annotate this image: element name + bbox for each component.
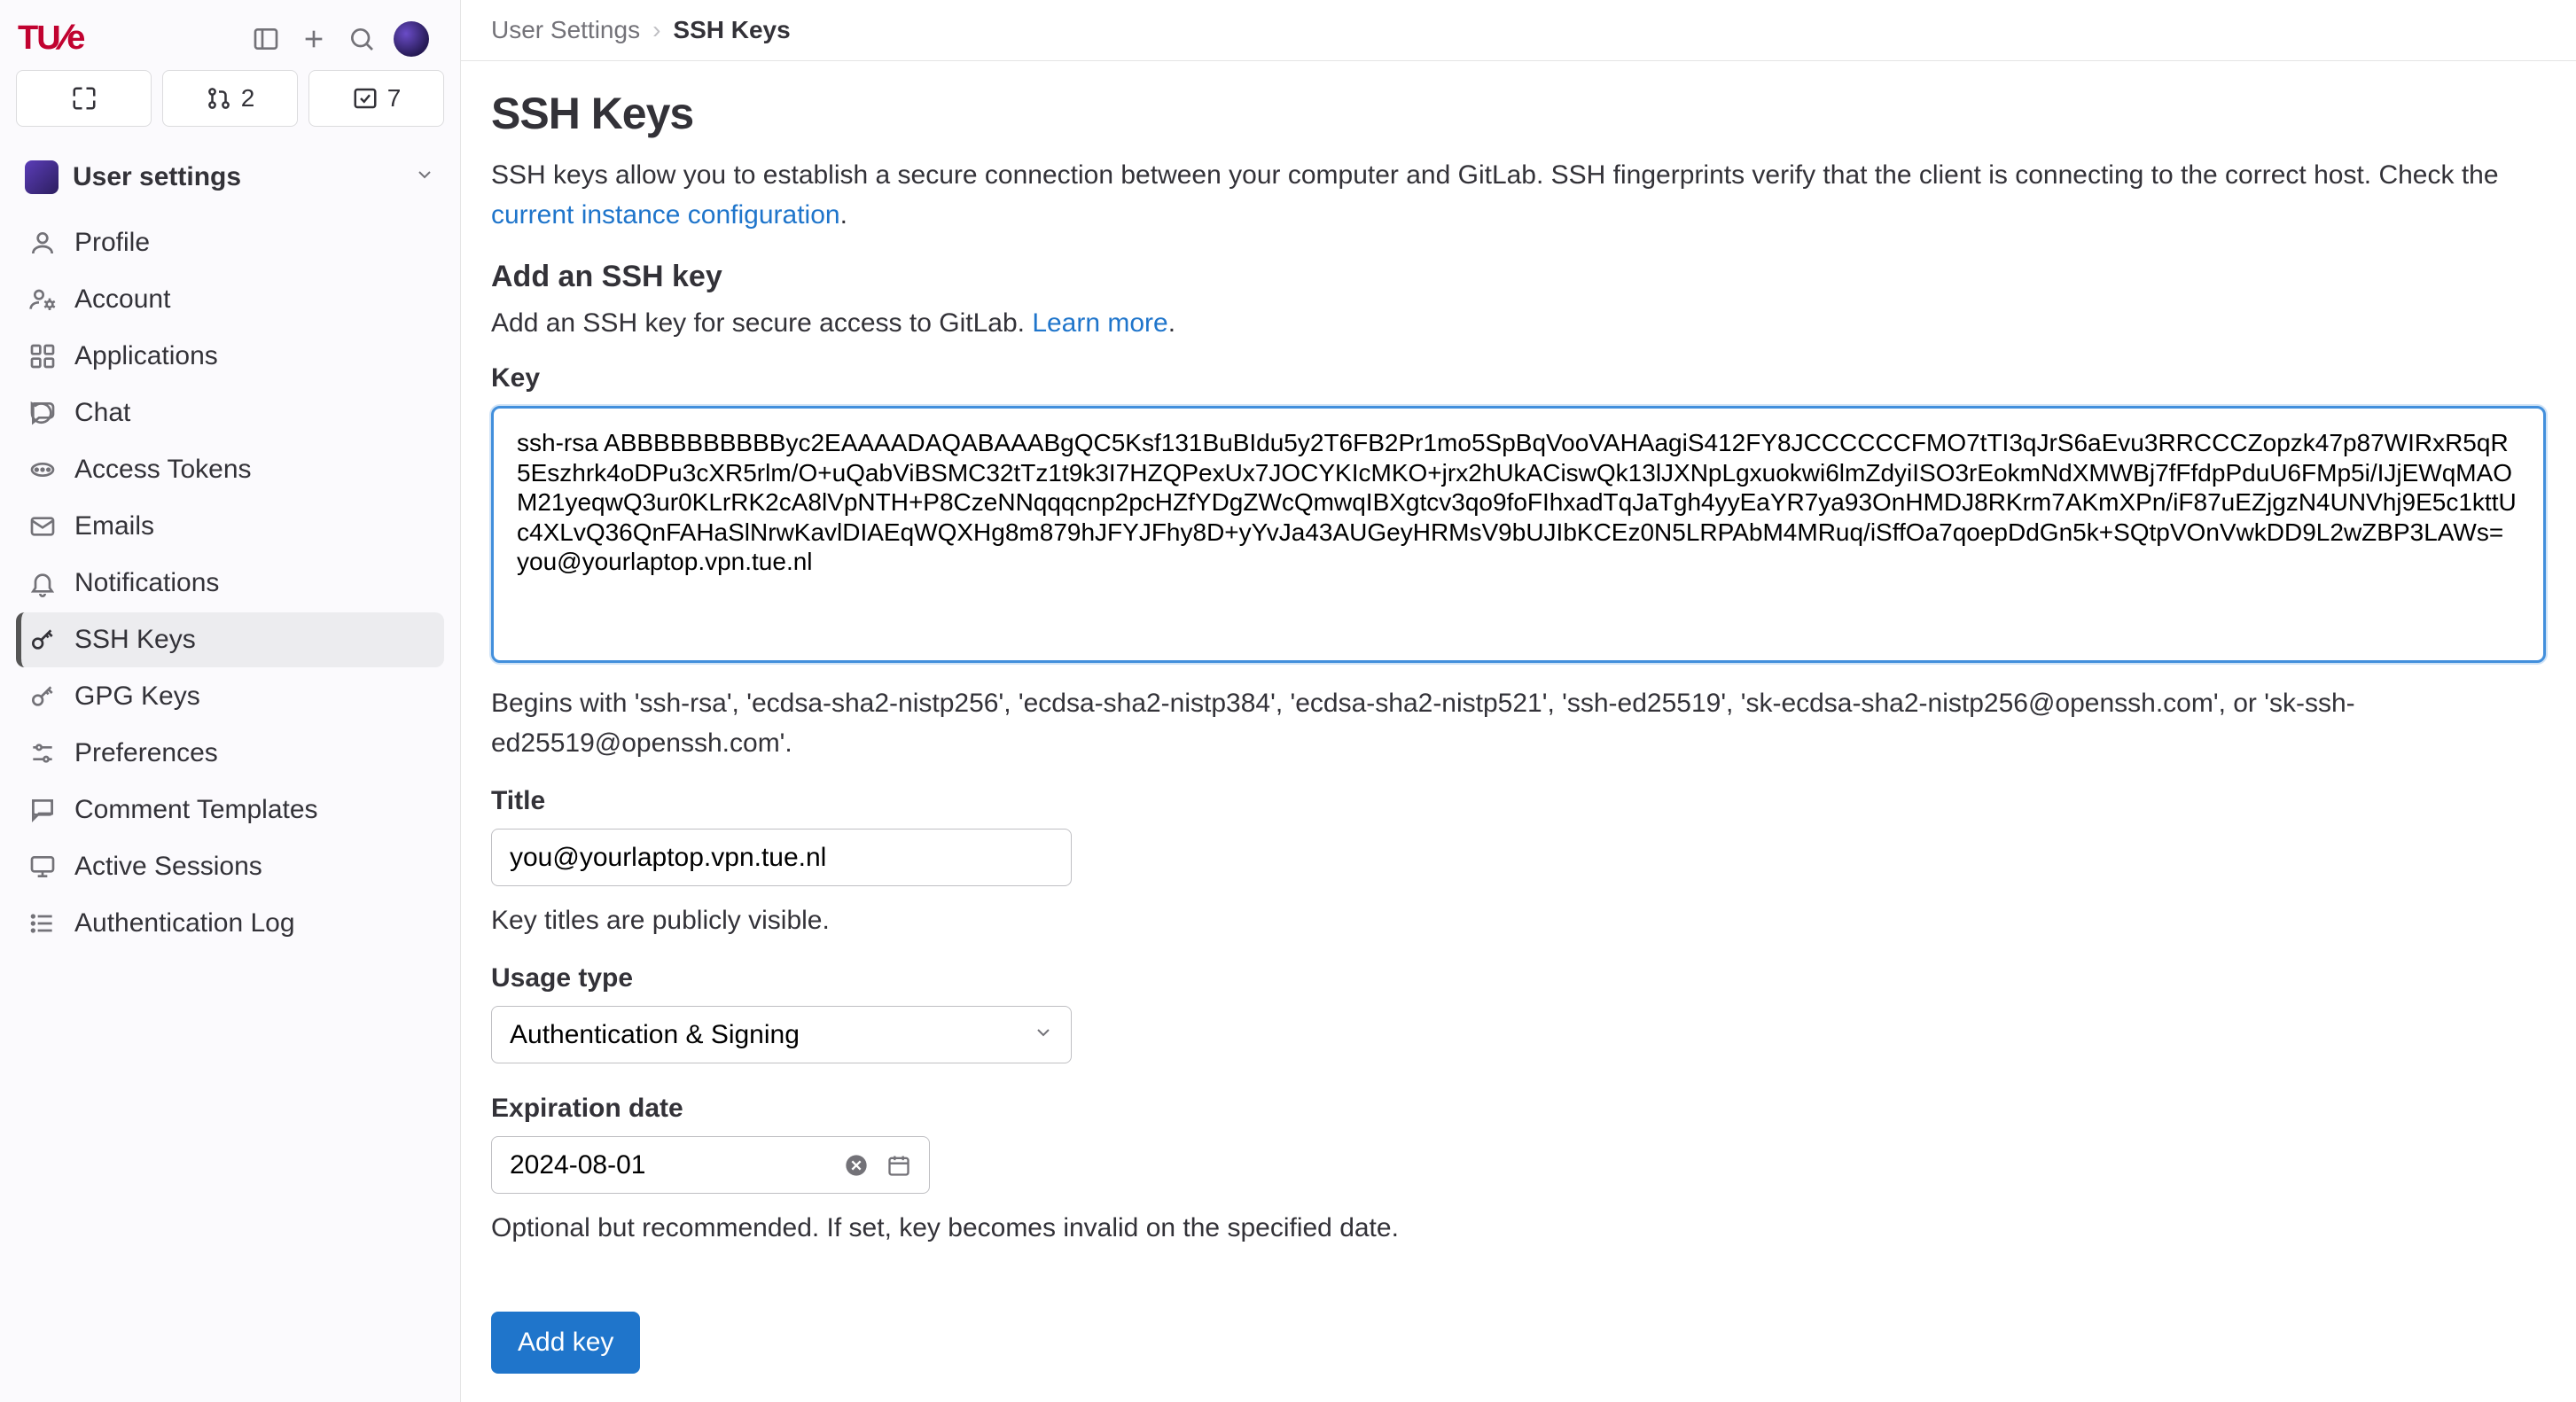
sidebar-item-notifications[interactable]: Notifications bbox=[16, 556, 444, 611]
sidebar-item-label: Emails bbox=[74, 511, 154, 541]
sidebar-item-chat[interactable]: Chat bbox=[16, 386, 444, 440]
sidebar-item-label: Comment Templates bbox=[74, 795, 318, 825]
add-ssh-key-heading: Add an SSH key bbox=[491, 260, 2546, 294]
chevron-down-icon bbox=[414, 163, 435, 191]
sidebar-item-label: Access Tokens bbox=[74, 455, 252, 485]
merge-requests-shortcut-button[interactable]: 2 bbox=[162, 70, 298, 127]
usage-type-select[interactable]: Authentication & Signing bbox=[491, 1006, 1072, 1063]
page-content: SSH Keys SSH keys allow you to establish… bbox=[461, 61, 2576, 1402]
sidebar-item-label: Applications bbox=[74, 341, 218, 371]
todos-shortcut-button[interactable]: 7 bbox=[308, 70, 444, 127]
sidebar-item-label: Profile bbox=[74, 228, 150, 258]
title-help-text: Key titles are publicly visible. bbox=[491, 900, 2546, 940]
page-lead: SSH keys allow you to establish a secure… bbox=[491, 155, 2546, 235]
sidebar-item-label: SSH Keys bbox=[74, 625, 196, 655]
expiration-help-text: Optional but recommended. If set, key be… bbox=[491, 1208, 2546, 1248]
key-help-text: Begins with 'ssh-rsa', 'ecdsa-sha2-nistp… bbox=[491, 683, 2546, 763]
plus-icon[interactable] bbox=[298, 23, 330, 55]
learn-more-link[interactable]: Learn more bbox=[1032, 308, 1167, 338]
sidebar-item-ssh-keys[interactable]: SSH Keys bbox=[16, 612, 444, 667]
breadcrumb-parent[interactable]: User Settings bbox=[491, 16, 640, 44]
breadcrumb-separator: › bbox=[652, 16, 660, 44]
breadcrumb-current: SSH Keys bbox=[673, 16, 790, 44]
sidebar-item-active-sessions[interactable]: Active Sessions bbox=[16, 839, 444, 894]
user-avatar[interactable] bbox=[394, 21, 429, 57]
section-avatar bbox=[25, 160, 59, 194]
todos-count: 7 bbox=[387, 84, 402, 113]
sidebar-toggle-icon[interactable] bbox=[250, 23, 282, 55]
sidebar-nav: Profile Account Applications Chat Access… bbox=[16, 215, 444, 951]
title-label: Title bbox=[491, 786, 2546, 816]
sidebar-item-label: Authentication Log bbox=[74, 908, 295, 939]
issues-shortcut-button[interactable] bbox=[16, 70, 152, 127]
sidebar-item-emails[interactable]: Emails bbox=[16, 499, 444, 554]
sidebar-item-comment-templates[interactable]: Comment Templates bbox=[16, 783, 444, 837]
page-title: SSH Keys bbox=[491, 88, 2546, 139]
add-key-button[interactable]: Add key bbox=[491, 1312, 640, 1374]
sidebar-item-label: Preferences bbox=[74, 738, 218, 768]
usage-type-label: Usage type bbox=[491, 963, 2546, 993]
search-icon[interactable] bbox=[346, 23, 378, 55]
ssh-key-input[interactable] bbox=[491, 406, 2546, 663]
calendar-icon[interactable] bbox=[884, 1150, 914, 1180]
clear-date-icon[interactable] bbox=[841, 1150, 871, 1180]
sidebar-item-auth-log[interactable]: Authentication Log bbox=[16, 896, 444, 951]
sidebar-item-account[interactable]: Account bbox=[16, 272, 444, 327]
title-input[interactable] bbox=[491, 829, 1072, 886]
sidebar-item-label: Chat bbox=[74, 398, 130, 428]
sidebar-top: TU/e bbox=[16, 16, 444, 70]
section-title: User settings bbox=[73, 162, 400, 192]
sidebar-item-access-tokens[interactable]: Access Tokens bbox=[16, 442, 444, 497]
brand-logo[interactable]: TU/e bbox=[18, 19, 234, 58]
add-ssh-key-description: Add an SSH key for secure access to GitL… bbox=[491, 308, 2546, 339]
instance-config-link[interactable]: current instance configuration bbox=[491, 200, 840, 230]
sidebar-item-label: GPG Keys bbox=[74, 682, 200, 712]
sidebar-item-applications[interactable]: Applications bbox=[16, 329, 444, 384]
sidebar-shortcut-row: 2 7 bbox=[16, 70, 444, 127]
sidebar-item-label: Account bbox=[74, 284, 170, 315]
merge-requests-count: 2 bbox=[241, 84, 255, 113]
sidebar: TU/e 2 7 User settings bbox=[0, 0, 461, 1402]
sidebar-item-gpg-keys[interactable]: GPG Keys bbox=[16, 669, 444, 724]
sidebar-item-preferences[interactable]: Preferences bbox=[16, 726, 444, 781]
sidebar-item-profile[interactable]: Profile bbox=[16, 215, 444, 270]
key-label: Key bbox=[491, 363, 2546, 393]
main: User Settings › SSH Keys SSH Keys SSH ke… bbox=[461, 0, 2576, 1402]
sidebar-item-label: Notifications bbox=[74, 568, 219, 598]
sidebar-section-header[interactable]: User settings bbox=[16, 148, 444, 206]
breadcrumb: User Settings › SSH Keys bbox=[461, 0, 2576, 61]
expiration-label: Expiration date bbox=[491, 1094, 2546, 1124]
sidebar-item-label: Active Sessions bbox=[74, 852, 262, 882]
